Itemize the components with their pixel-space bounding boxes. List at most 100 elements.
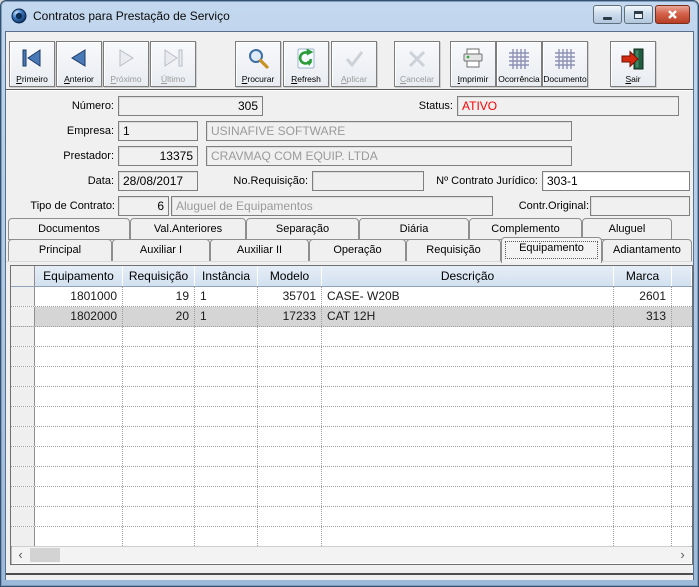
col-header-instancia[interactable]: Instância: [195, 266, 258, 286]
cell-instancia: 1: [195, 307, 258, 326]
tipo-contrato-name-field[interactable]: [171, 196, 493, 216]
status-label: Status:: [418, 100, 453, 112]
first-record-button[interactable]: Primeiro: [9, 41, 55, 87]
tab-page-equipamento: Equipamento Requisição Instância Modelo …: [6, 261, 693, 575]
scrollbar-thumb[interactable]: [30, 548, 60, 562]
cell-empty: [258, 387, 322, 406]
cell-equipamento: 1802000: [35, 307, 123, 326]
cell-empty: [614, 467, 672, 486]
grid-empty-row: [11, 367, 692, 387]
cell-empty: [35, 447, 123, 466]
horizontal-scrollbar[interactable]: ‹ ›: [12, 546, 691, 563]
cell-empty: [672, 507, 692, 526]
grid-empty-row: [11, 447, 692, 467]
data-field[interactable]: [118, 171, 198, 191]
cell-empty: [672, 487, 692, 506]
occurrence-grid-icon: [509, 49, 529, 69]
col-header-modelo[interactable]: Modelo: [258, 266, 322, 286]
col-header-equipamento[interactable]: Equipamento: [35, 266, 123, 286]
next-record-icon: [119, 49, 134, 67]
refresh-button[interactable]: Refresh: [283, 41, 329, 87]
tab-auxiliar-i[interactable]: Auxiliar I: [112, 239, 210, 262]
tab-diaria[interactable]: Diária: [359, 218, 469, 240]
row-indicator: [11, 507, 35, 526]
grid-indicator-header: [11, 266, 35, 286]
cell-empty: [322, 507, 614, 526]
exit-button[interactable]: Sair: [610, 41, 656, 87]
document-button[interactable]: Documento: [542, 41, 588, 87]
cell-empty: [322, 407, 614, 426]
cell-empty: [35, 347, 123, 366]
cell-empty: [258, 487, 322, 506]
cell-empty: [258, 447, 322, 466]
contr-original-field[interactable]: [590, 196, 690, 216]
apply-icon: [345, 51, 364, 68]
tab-documentos[interactable]: Documentos: [8, 218, 130, 240]
cell-empty: [672, 427, 692, 446]
tab-equipamento[interactable]: Equipamento: [501, 237, 602, 263]
grid-data-row-selected[interactable]: 1802000 20 1 17233 CAT 12H 313: [11, 307, 692, 327]
minimize-button[interactable]: [593, 5, 622, 24]
tipo-contrato-code-field[interactable]: [118, 196, 169, 216]
print-button[interactable]: Imprimir: [450, 41, 496, 87]
scroll-right-icon[interactable]: ›: [674, 547, 691, 563]
prestador-code-field[interactable]: [118, 146, 198, 166]
last-record-button[interactable]: Último: [150, 41, 196, 87]
title-bar[interactable]: Contratos para Prestação de Serviço: [1, 1, 698, 31]
cell-empty: [35, 427, 123, 446]
no-requisicao-field[interactable]: [312, 171, 424, 191]
prestador-label: Prestador:: [63, 150, 114, 162]
scroll-left-icon[interactable]: ‹: [12, 547, 29, 563]
tab-operacao[interactable]: Operação: [309, 239, 406, 262]
tab-val-anteriores[interactable]: Val.Anteriores: [130, 218, 246, 240]
previous-record-icon: [71, 49, 86, 67]
button-label: Imprimir: [457, 74, 489, 84]
cell-empty: [35, 487, 123, 506]
prestador-name-field[interactable]: [206, 146, 572, 166]
grid-data-row[interactable]: 1801000 19 1 35701 CASE- W20B 2601: [11, 287, 692, 307]
cancel-button[interactable]: Cancelar: [394, 41, 440, 87]
cell-empty: [195, 487, 258, 506]
apply-button[interactable]: Aplicar: [331, 41, 377, 87]
next-record-button[interactable]: Próximo: [103, 41, 149, 87]
col-header-marca[interactable]: Marca: [614, 266, 672, 286]
previous-record-button[interactable]: Anterior: [56, 41, 102, 87]
numero-field[interactable]: [118, 96, 263, 116]
tab-requisicao[interactable]: Requisição: [406, 239, 501, 262]
maximize-button[interactable]: [624, 5, 653, 24]
cell-descricao: CASE- W20B: [322, 287, 614, 306]
grid-empty-row: [11, 387, 692, 407]
status-field[interactable]: [457, 96, 679, 116]
tab-separacao[interactable]: Separação: [246, 218, 359, 240]
last-record-icon: [164, 49, 183, 67]
row-indicator: [11, 387, 35, 406]
col-header-requisicao[interactable]: Requisição: [123, 266, 195, 286]
tab-principal[interactable]: Principal: [8, 239, 112, 262]
cell-empty: [35, 407, 123, 426]
row-indicator: [11, 407, 35, 426]
cell-empty: [614, 507, 672, 526]
cell-empty: [672, 347, 692, 366]
window-controls: [593, 5, 690, 24]
button-label: Cancelar: [399, 74, 435, 84]
col-header-descricao[interactable]: Descrição: [322, 266, 614, 286]
cell-instancia: 1: [195, 287, 258, 306]
cell-empty: [322, 527, 614, 546]
search-button[interactable]: Procurar: [235, 41, 281, 87]
equipment-grid: Equipamento Requisição Instância Modelo …: [10, 265, 693, 565]
tab-adiantamento[interactable]: Adiantamento: [602, 239, 692, 262]
close-button[interactable]: [655, 5, 690, 24]
empresa-code-field[interactable]: [118, 121, 198, 141]
tab-auxiliar-ii[interactable]: Auxiliar II: [210, 239, 309, 262]
cell-empty: [195, 507, 258, 526]
occurrence-button[interactable]: Ocorrência: [496, 41, 542, 87]
button-label: Sair: [625, 74, 641, 84]
row-indicator: [11, 487, 35, 506]
cell-empty: [258, 407, 322, 426]
data-label: Data:: [87, 175, 114, 187]
row-indicator: [11, 447, 35, 466]
empresa-name-field[interactable]: [206, 121, 572, 141]
contrato-juridico-field[interactable]: [542, 171, 690, 191]
cell-empty: [322, 347, 614, 366]
close-icon: [668, 10, 677, 19]
